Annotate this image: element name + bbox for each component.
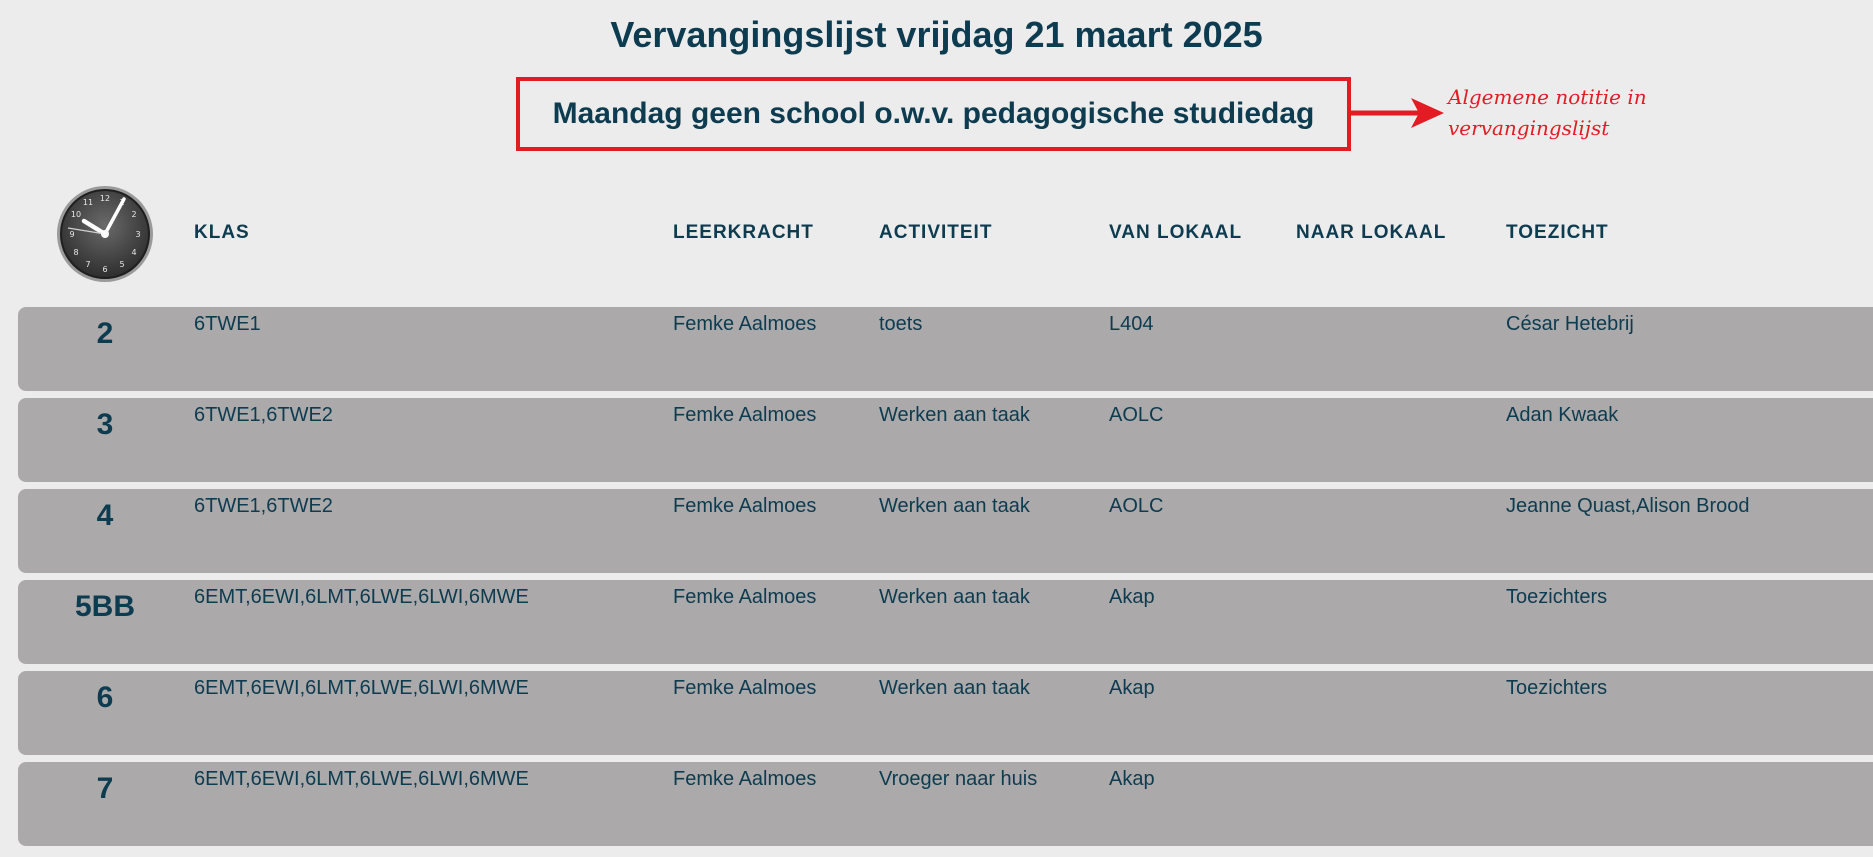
svg-text:3: 3 — [135, 230, 140, 239]
table-row: 5BB 6EMT,6EWI,6LMT,6LWE,6LWI,6MWE Femke … — [18, 580, 1873, 664]
leerkracht-cell: Femke Aalmoes — [673, 404, 817, 426]
column-header-activiteit: ACTIVITEIT — [879, 222, 993, 243]
table-row: 4 6TWE1,6TWE2 Femke Aalmoes Werken aan t… — [18, 489, 1873, 573]
klas-cell: 6EMT,6EWI,6LMT,6LWE,6LWI,6MWE — [194, 677, 529, 699]
toezicht-cell: Jeanne Quast,Alison Brood — [1506, 495, 1750, 517]
activiteit-cell: Werken aan taak — [879, 586, 1030, 608]
hour-label: 4 — [96, 499, 114, 532]
hour-label: 7 — [96, 772, 114, 805]
general-notice-text: Maandag geen school o.w.v. pedagogische … — [552, 97, 1315, 130]
svg-text:10: 10 — [71, 210, 81, 219]
table-row: 6 6EMT,6EWI,6LMT,6LWE,6LWI,6MWE Femke Aa… — [18, 671, 1873, 755]
leerkracht-cell: Femke Aalmoes — [673, 677, 817, 699]
page-title: Vervangingslijst vrijdag 21 maart 2025 — [610, 14, 1263, 55]
svg-text:11: 11 — [83, 198, 93, 207]
van-lokaal-cell: AOLC — [1109, 495, 1164, 517]
table-row: 7 6EMT,6EWI,6LMT,6LWE,6LWI,6MWE Femke Aa… — [18, 762, 1873, 846]
toezicht-cell: Adan Kwaak — [1506, 404, 1619, 426]
activiteit-cell: Vroeger naar huis — [879, 768, 1038, 790]
svg-text:12: 12 — [100, 194, 110, 203]
annotation-note: Algemene notitie in vervangingslijst — [1448, 85, 1647, 140]
svg-text:6: 6 — [102, 265, 107, 274]
leerkracht-cell: Femke Aalmoes — [673, 495, 817, 517]
leerkracht-cell: Femke Aalmoes — [673, 586, 817, 608]
van-lokaal-cell: AOLC — [1109, 404, 1164, 426]
table-row: 2 6TWE1 Femke Aalmoes toets L404 César H… — [18, 307, 1873, 391]
svg-text:4: 4 — [131, 248, 136, 257]
table-row: 3 6TWE1,6TWE2 Femke Aalmoes Werken aan t… — [18, 398, 1873, 482]
general-notice: Maandag geen school o.w.v. pedagogische … — [516, 77, 1351, 151]
column-header-van-lokaal: VAN LOKAAL — [1109, 222, 1243, 243]
activiteit-cell: Werken aan taak — [879, 404, 1030, 426]
klas-cell: 6TWE1,6TWE2 — [194, 495, 333, 517]
clock-icon: 12 1 2 3 4 5 6 7 8 9 10 11 — [57, 186, 153, 282]
svg-text:7: 7 — [85, 260, 90, 269]
toezicht-cell: César Hetebrij — [1506, 313, 1634, 335]
hour-label: 5BB — [74, 590, 135, 623]
svg-text:2: 2 — [131, 210, 136, 219]
column-header-klas: KLAS — [194, 222, 250, 243]
column-header-toezicht: TOEZICHT — [1506, 222, 1609, 243]
activiteit-cell: toets — [879, 313, 923, 335]
leerkracht-cell: Femke Aalmoes — [673, 768, 817, 790]
svg-text:8: 8 — [73, 248, 78, 257]
hour-label: 2 — [96, 317, 114, 350]
activiteit-cell: Werken aan taak — [879, 495, 1030, 517]
svg-text:5: 5 — [119, 260, 124, 269]
van-lokaal-cell: Akap — [1109, 677, 1155, 699]
column-header-naar-lokaal: NAAR LOKAAL — [1296, 222, 1447, 243]
klas-cell: 6EMT,6EWI,6LMT,6LWE,6LWI,6MWE — [194, 586, 529, 608]
klas-cell: 6TWE1,6TWE2 — [194, 404, 333, 426]
toezicht-cell: Toezichters — [1506, 677, 1608, 699]
van-lokaal-cell: Akap — [1109, 768, 1155, 790]
van-lokaal-cell: Akap — [1109, 586, 1155, 608]
hour-label: 3 — [96, 408, 114, 441]
van-lokaal-cell: L404 — [1109, 313, 1154, 335]
leerkracht-cell: Femke Aalmoes — [673, 313, 817, 335]
column-header-leerkracht: LEERKRACHT — [673, 222, 814, 243]
svg-text:9: 9 — [69, 230, 74, 239]
annotation-arrow-icon — [1351, 98, 1444, 128]
activiteit-cell: Werken aan taak — [879, 677, 1030, 699]
toezicht-cell: Toezichters — [1506, 586, 1608, 608]
hour-label: 6 — [96, 681, 114, 714]
klas-cell: 6EMT,6EWI,6LMT,6LWE,6LWI,6MWE — [194, 768, 529, 790]
klas-cell: 6TWE1 — [194, 313, 261, 335]
